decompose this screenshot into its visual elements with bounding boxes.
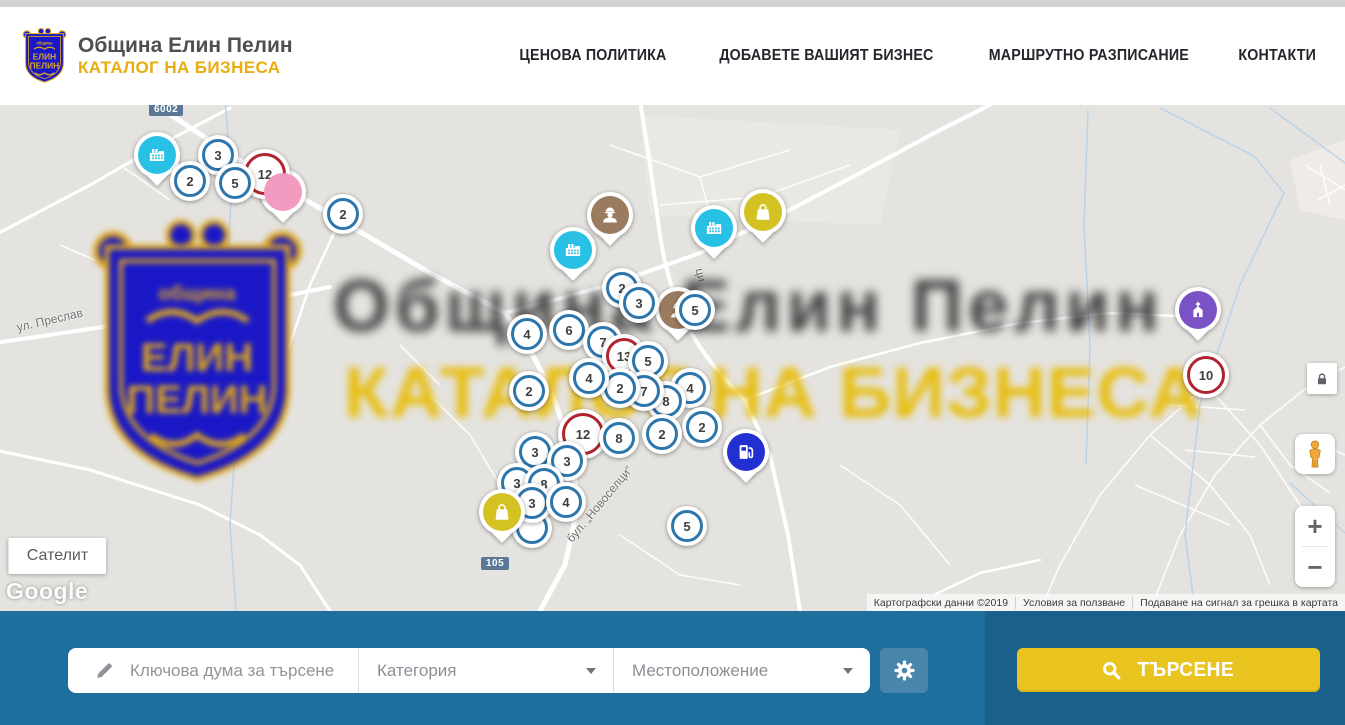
worker-pin-marker[interactable] [587,192,633,238]
site-title: Община Елин Пелин [78,34,293,58]
attribution-copyright: Картографски данни ©2019 [867,597,1015,609]
main-nav: ЦЕНОВА ПОЛИТИКА ДОБАВЕТЕ ВАШИЯТ БИЗНЕС М… [513,47,1319,65]
nav-pricing-policy[interactable]: ЦЕНОВА ПОЛИТИКА [519,47,666,65]
cluster-marker[interactable]: 5 [667,506,707,546]
cluster-marker[interactable]: 2 [682,407,722,447]
zoom-control: + − [1295,506,1335,587]
zoom-in-button[interactable]: + [1295,506,1335,546]
search-icon [1101,660,1122,681]
markers-layer: 31225223564713548724221282333834510 [0,105,1345,611]
cluster-marker[interactable]: 5 [215,163,255,203]
advanced-settings-button[interactable] [880,648,928,693]
svg-text:ЕЛИН: ЕЛИН [33,52,56,62]
cluster-marker[interactable]: 4 [546,482,586,522]
map-type-satellite-button[interactable]: Сателит [8,538,106,574]
site-subtitle: КАТАЛОГ НА БИЗНЕСА [78,58,293,78]
cluster-marker[interactable]: 8 [599,418,639,458]
cluster-marker[interactable]: 2 [642,414,682,454]
pencil-icon [94,660,115,681]
attribution-report-error-link[interactable]: Подаване на сигнал за грешка в картата [1132,597,1345,609]
cluster-marker[interactable]: 2 [170,161,210,201]
google-logo[interactable]: Google [6,578,88,605]
cluster-marker[interactable]: 10 [1183,352,1229,398]
factory-icon [562,239,584,261]
keyword-search-input[interactable] [128,660,358,682]
factory-icon [146,144,168,166]
page-top-strip [0,0,1345,7]
fuel-icon [735,441,757,463]
cluster-marker[interactable]: 4 [507,314,547,354]
search-fields: Категория Местоположение [68,648,870,693]
pegman-icon [1302,439,1328,469]
attribution-terms-link[interactable]: Условия за ползване [1015,597,1132,609]
nav-contacts[interactable]: КОНТАКТИ [1238,47,1316,65]
svg-text:община: община [36,41,53,46]
cluster-marker[interactable]: 3 [619,283,659,323]
cluster-marker[interactable]: 2 [323,194,363,234]
bag-icon [491,501,513,523]
chevron-down-icon [586,668,596,674]
category-dropdown[interactable]: Категория [358,648,613,693]
church-icon [1187,299,1209,321]
municipality-emblem-icon: община ЕЛИН ПЕЛИН [21,26,68,86]
lock-icon [1314,371,1330,387]
search-button-label: ТЪРСЕНЕ [1137,659,1233,682]
factory-pin-marker[interactable] [550,227,596,273]
header: община ЕЛИН ПЕЛИН Община Елин Пелин КАТА… [0,7,1345,106]
bag-icon [752,201,774,223]
gear-icon [893,659,916,682]
location-dropdown[interactable]: Местоположение [613,648,870,693]
nav-add-your-business[interactable]: ДОБАВЕТЕ ВАШИЯТ БИЗНЕС [719,47,933,65]
cluster-marker[interactable]: 2 [509,371,549,411]
pegman-control[interactable] [1295,434,1335,474]
bag-pin-marker[interactable] [479,489,525,535]
site-logo[interactable]: община ЕЛИН ПЕЛИН Община Елин Пелин КАТА… [21,26,293,86]
svg-text:ПЕЛИН: ПЕЛИН [30,60,59,70]
cluster-marker[interactable]: 5 [675,290,715,330]
lock-control-button[interactable] [1307,363,1337,394]
search-button[interactable]: ТЪРСЕНЕ [1017,648,1320,692]
search-bar: Категория Местоположение ТЪРСЕНЕ [0,611,1345,725]
bag-pin-marker[interactable] [740,189,786,235]
map-canvas[interactable]: община ЕЛИН ПЕЛИН Община Елин Пелин КАТА… [0,105,1345,611]
chevron-down-icon [843,668,853,674]
nav-route-timetable[interactable]: МАРШРУТНО РАЗПИСАНИЕ [989,47,1189,65]
map-type-control: Карта Сателит [8,538,106,574]
factory-pin-marker[interactable] [691,205,737,251]
keyword-field [68,648,358,693]
worker-icon [599,204,621,226]
zoom-out-button[interactable]: − [1295,547,1335,587]
factory-icon [703,217,725,239]
fuel-pin-marker[interactable] [723,429,769,475]
church-pin-marker[interactable] [1175,287,1221,333]
location-dropdown-label: Местоположение [632,661,768,681]
map-attribution: Картографски данни ©2019 Условия за полз… [867,594,1345,611]
cluster-marker[interactable]: 4 [569,358,609,398]
category-dropdown-label: Категория [377,661,456,681]
